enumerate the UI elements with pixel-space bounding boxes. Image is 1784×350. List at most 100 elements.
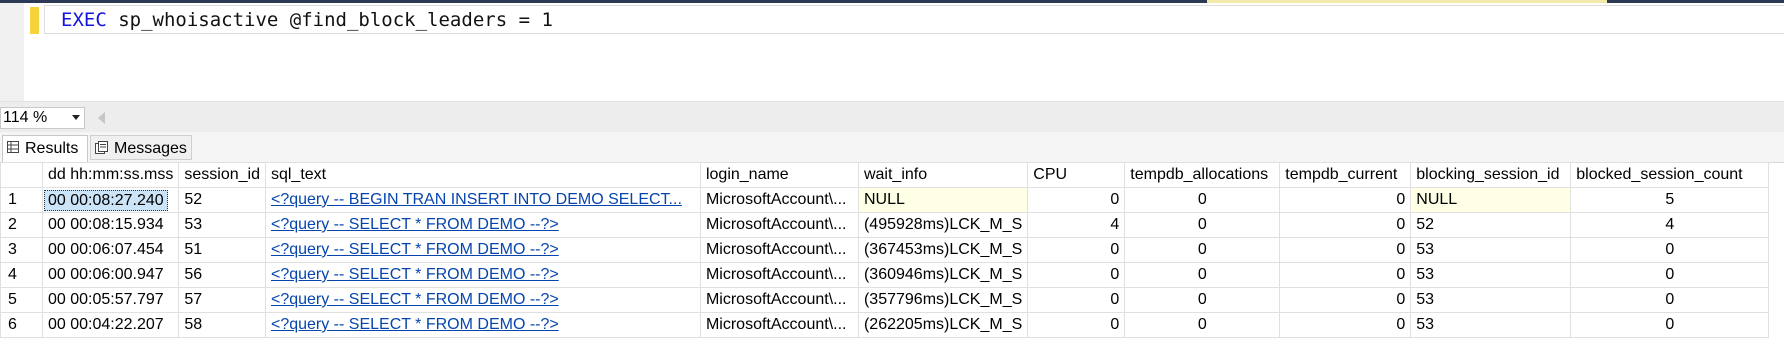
sql-text-link[interactable]: <?query -- SELECT * FROM DEMO --?> [271, 291, 559, 308]
query-editor[interactable]: EXEC sp_whoisactive @find_block_leaders … [0, 0, 1784, 101]
cell-tempdb-allocations[interactable]: 0 [1124, 262, 1281, 288]
cell-session-id[interactable]: 58 [178, 312, 266, 338]
cell-wait-info[interactable]: (262205ms)LCK_M_S [857, 312, 1029, 338]
cell-cpu[interactable]: 4 [1027, 212, 1126, 238]
cell-duration[interactable]: 00 00:06:07.454 [41, 237, 180, 263]
cell-login-name[interactable]: MicrosoftAccount\... [699, 237, 859, 263]
cell-cpu[interactable]: 0 [1027, 287, 1126, 313]
cell-wait-info[interactable]: NULL [857, 187, 1029, 213]
tab-results[interactable]: Results [2, 135, 88, 162]
column-header[interactable]: CPU [1027, 162, 1126, 188]
cell-tempdb-current[interactable]: 0 [1279, 187, 1412, 213]
cell-duration[interactable]: 00 00:04:22.207 [41, 312, 180, 338]
cell-tempdb-allocations[interactable]: 0 [1124, 287, 1281, 313]
cell-blocked-session-count[interactable]: 4 [1570, 212, 1770, 238]
sql-text-link[interactable]: <?query -- SELECT * FROM DEMO --?> [271, 316, 559, 333]
sql-text-link[interactable]: <?query -- SELECT * FROM DEMO --?> [271, 266, 559, 283]
cell-sql-text[interactable]: <?query -- SELECT * FROM DEMO --?> [264, 312, 701, 338]
cell-login-name[interactable]: MicrosoftAccount\... [699, 212, 859, 238]
cell-tempdb-current[interactable]: 0 [1279, 237, 1412, 263]
cell-sql-text[interactable]: <?query -- SELECT * FROM DEMO --?> [264, 237, 701, 263]
cell-duration[interactable]: 00 00:08:27.240 [41, 187, 180, 213]
cell-session-id[interactable]: 52 [178, 187, 266, 213]
cell-tempdb-current[interactable]: 0 [1279, 212, 1412, 238]
cell-cpu[interactable]: 0 [1027, 187, 1126, 213]
cell-blocked-session-count[interactable]: 0 [1570, 287, 1770, 313]
cell-tempdb-allocations[interactable]: 0 [1124, 187, 1281, 213]
cell-tempdb-allocations[interactable]: 0 [1124, 312, 1281, 338]
cell-sql-text[interactable]: <?query -- SELECT * FROM DEMO --?> [264, 287, 701, 313]
cell-tempdb-allocations[interactable]: 0 [1124, 237, 1281, 263]
table-row[interactable]: 1 00 00:08:27.240 52 <?query -- BEGIN TR… [0, 187, 1770, 213]
cell-session-id[interactable]: 56 [178, 262, 266, 288]
cell-blocking-session-id[interactable]: NULL [1410, 187, 1572, 213]
table-row[interactable]: 3 00 00:06:07.454 51 <?query -- SELECT *… [0, 237, 1770, 263]
cell-tempdb-current[interactable]: 0 [1279, 287, 1412, 313]
cell-blocking-session-id[interactable]: 53 [1410, 262, 1572, 288]
cell-login-name[interactable]: MicrosoftAccount\... [699, 312, 859, 338]
column-header[interactable]: dd hh:mm:ss.mss [41, 162, 180, 188]
cell-cpu[interactable]: 0 [1027, 262, 1126, 288]
row-number[interactable]: 6 [0, 312, 43, 338]
sql-text-link[interactable]: <?query -- BEGIN TRAN INSERT INTO DEMO S… [271, 191, 682, 208]
cell-blocking-session-id[interactable]: 52 [1410, 212, 1572, 238]
column-header[interactable]: wait_info [857, 162, 1029, 188]
cell-wait-info[interactable]: (357796ms)LCK_M_S [857, 287, 1029, 313]
cell-blocking-session-id[interactable]: 53 [1410, 237, 1572, 263]
cell-cpu[interactable]: 0 [1027, 312, 1126, 338]
column-header[interactable]: login_name [699, 162, 859, 188]
header-corner[interactable] [0, 162, 43, 188]
row-number[interactable]: 1 [0, 187, 43, 213]
code-line-1[interactable]: EXEC sp_whoisactive @find_block_leaders … [61, 8, 553, 32]
cell-sql-text[interactable]: <?query -- SELECT * FROM DEMO --?> [264, 262, 701, 288]
column-header[interactable]: sql_text [264, 162, 701, 188]
cell-blocking-session-id[interactable]: 53 [1410, 312, 1572, 338]
cell-wait-info[interactable]: (495928ms)LCK_M_S [857, 212, 1029, 238]
column-header[interactable]: tempdb_allocations [1124, 162, 1281, 188]
cell-login-name[interactable]: MicrosoftAccount\... [699, 187, 859, 213]
scroll-left-icon[interactable] [98, 112, 105, 124]
selected-cell-value: 00 00:08:27.240 [44, 189, 168, 211]
row-number[interactable]: 2 [0, 212, 43, 238]
table-row[interactable]: 5 00 00:05:57.797 57 <?query -- SELECT *… [0, 287, 1770, 313]
results-grid[interactable]: dd hh:mm:ss.mss session_id sql_text logi… [0, 162, 1784, 338]
column-header[interactable]: blocking_session_id [1410, 162, 1572, 188]
cell-blocked-session-count[interactable]: 0 [1570, 312, 1770, 338]
cell-blocked-session-count[interactable]: 0 [1570, 237, 1770, 263]
tab-messages[interactable]: Messages [90, 135, 192, 160]
table-row[interactable]: 2 00 00:08:15.934 53 <?query -- SELECT *… [0, 212, 1770, 238]
header-row: dd hh:mm:ss.mss session_id sql_text logi… [0, 162, 1770, 188]
cell-tempdb-current[interactable]: 0 [1279, 312, 1412, 338]
cell-tempdb-allocations[interactable]: 0 [1124, 212, 1281, 238]
cell-session-id[interactable]: 53 [178, 212, 266, 238]
column-header[interactable]: tempdb_current [1279, 162, 1412, 188]
column-header[interactable]: session_id [178, 162, 266, 188]
row-number[interactable]: 5 [0, 287, 43, 313]
cell-login-name[interactable]: MicrosoftAccount\... [699, 262, 859, 288]
sql-text-link[interactable]: <?query -- SELECT * FROM DEMO --?> [271, 241, 559, 258]
zoom-bar: 114 % [0, 101, 1784, 133]
cell-blocked-session-count[interactable]: 5 [1570, 187, 1770, 213]
row-number[interactable]: 3 [0, 237, 43, 263]
cell-tempdb-current[interactable]: 0 [1279, 262, 1412, 288]
cell-blocking-session-id[interactable]: 53 [1410, 287, 1572, 313]
tab-results-label: Results [25, 140, 79, 157]
cell-cpu[interactable]: 0 [1027, 237, 1126, 263]
cell-wait-info[interactable]: (360946ms)LCK_M_S [857, 262, 1029, 288]
zoom-select[interactable]: 114 % [0, 107, 85, 129]
cell-session-id[interactable]: 51 [178, 237, 266, 263]
column-header[interactable]: blocked_session_count [1570, 162, 1770, 188]
sql-text-link[interactable]: <?query -- SELECT * FROM DEMO --?> [271, 216, 559, 233]
cell-duration[interactable]: 00 00:06:00.947 [41, 262, 180, 288]
cell-duration[interactable]: 00 00:05:57.797 [41, 287, 180, 313]
cell-blocked-session-count[interactable]: 0 [1570, 262, 1770, 288]
cell-sql-text[interactable]: <?query -- SELECT * FROM DEMO --?> [264, 212, 701, 238]
cell-sql-text[interactable]: <?query -- BEGIN TRAN INSERT INTO DEMO S… [264, 187, 701, 213]
table-row[interactable]: 4 00 00:06:00.947 56 <?query -- SELECT *… [0, 262, 1770, 288]
cell-login-name[interactable]: MicrosoftAccount\... [699, 287, 859, 313]
cell-wait-info[interactable]: (367453ms)LCK_M_S [857, 237, 1029, 263]
row-number[interactable]: 4 [0, 262, 43, 288]
cell-session-id[interactable]: 57 [178, 287, 266, 313]
table-row[interactable]: 6 00 00:04:22.207 58 <?query -- SELECT *… [0, 312, 1770, 338]
cell-duration[interactable]: 00 00:08:15.934 [41, 212, 180, 238]
